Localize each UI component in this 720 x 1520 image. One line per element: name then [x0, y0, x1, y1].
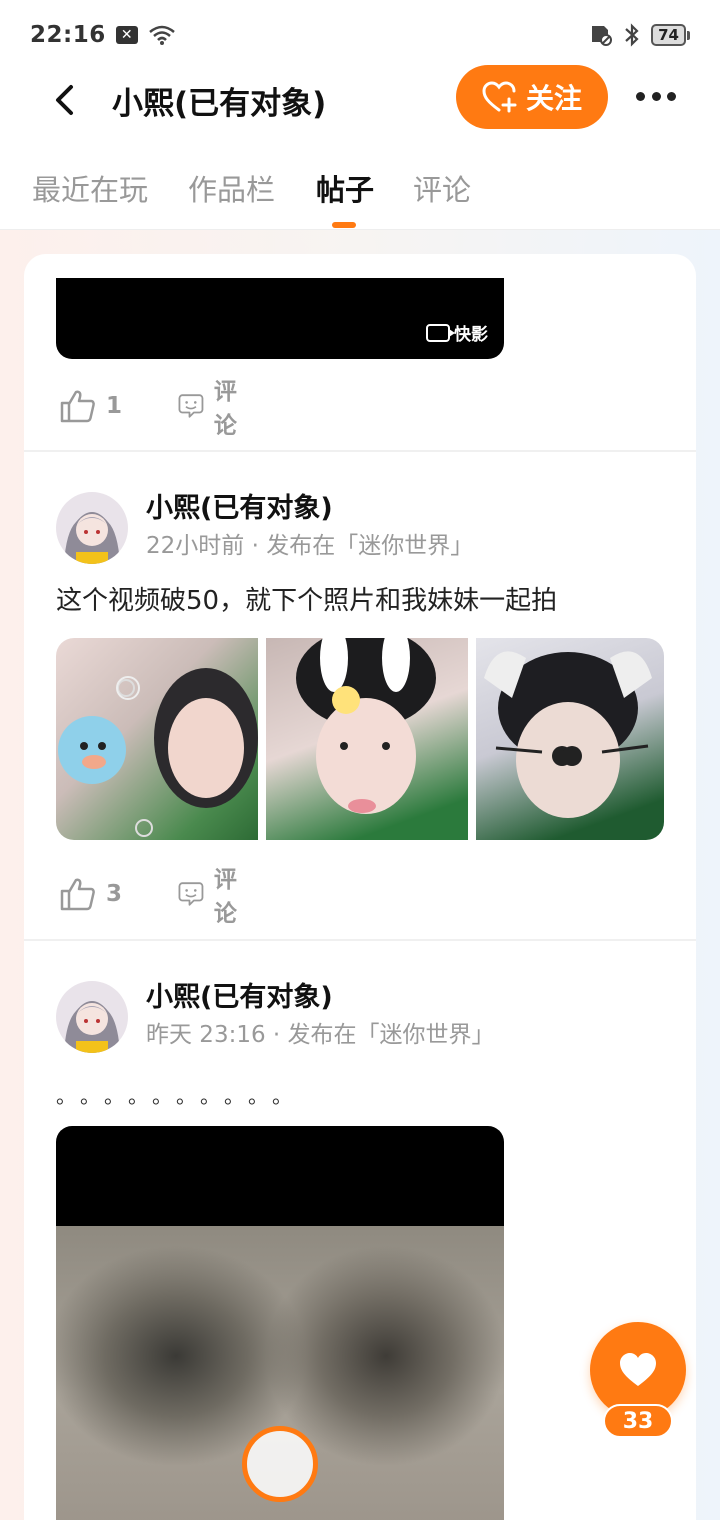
post-meta: 昨天 23:16 · 发布在「迷你世界」	[146, 1022, 495, 1048]
avatar[interactable]	[56, 492, 128, 564]
post-image[interactable]	[56, 638, 258, 840]
avatar[interactable]	[56, 981, 128, 1053]
post-divider	[24, 450, 696, 452]
status-time: 22:16	[30, 22, 106, 48]
post-divider	[24, 939, 696, 941]
tab-bar: 最近在玩 作品栏 帖子 评论	[0, 140, 720, 230]
back-button[interactable]	[48, 80, 80, 120]
post-video[interactable]	[56, 1126, 504, 1520]
post-text: 这个视频破50，就下个照片和我妹妹一起拍	[56, 586, 558, 616]
post-text: 。。。。。。。。。。	[56, 1084, 306, 1108]
bluetooth-icon	[625, 23, 639, 47]
notification-x-icon: ✕	[115, 26, 138, 44]
post-actions: 1 评论	[60, 379, 237, 439]
posts-card: 快影 1 评论 小熙(已有对象) 22小时前 · 发布在「迷你世界」 这个视频破…	[24, 254, 696, 1520]
post-actions: 3 评论	[60, 867, 237, 927]
page-title: 小熙(已有对象)	[112, 86, 327, 122]
chevron-left-icon	[56, 85, 73, 115]
watermark-text: 快影	[454, 325, 488, 345]
wifi-icon	[148, 25, 175, 45]
favorite-count: 33	[603, 1404, 673, 1438]
follow-button[interactable]: 关注	[456, 65, 608, 129]
tab-recently-played[interactable]: 最近在玩	[32, 167, 148, 209]
author-name[interactable]: 小熙(已有对象)	[146, 975, 333, 1014]
more-dot	[651, 91, 661, 101]
tab-works[interactable]: 作品栏	[188, 167, 275, 209]
comment-smile-icon	[178, 394, 204, 418]
thumbs-up-icon	[60, 390, 95, 423]
post-image[interactable]	[266, 638, 468, 840]
heart-plus-icon	[482, 81, 517, 113]
post-image-grid	[56, 638, 664, 840]
more-options-button[interactable]	[636, 84, 676, 108]
comment-label: 评论	[213, 379, 237, 439]
thumbs-up-icon	[60, 878, 95, 911]
post-header: 小熙(已有对象) 昨天 23:16 · 发布在「迷你世界」	[56, 975, 676, 1055]
profile-header: 小熙(已有对象) 关注	[0, 60, 720, 140]
comment-button[interactable]: 评论	[178, 379, 247, 439]
tab-posts[interactable]: 帖子	[316, 167, 374, 209]
like-button[interactable]: 1	[60, 389, 122, 423]
like-count: 3	[106, 881, 123, 907]
play-pause-button[interactable]	[242, 1426, 318, 1502]
comment-button[interactable]: 评论	[178, 867, 247, 927]
comment-label: 评论	[213, 867, 237, 927]
battery-level: 74	[651, 24, 686, 46]
post-meta: 22小时前 · 发布在「迷你世界」	[146, 533, 474, 559]
post-header: 小熙(已有对象) 22小时前 · 发布在「迷你世界」	[56, 486, 676, 566]
video-camera-icon	[426, 323, 455, 342]
post-image[interactable]	[476, 638, 664, 840]
like-count: 1	[106, 393, 123, 419]
battery-icon: 74	[651, 24, 690, 46]
follow-label: 关注	[525, 82, 582, 115]
heart-icon	[620, 1353, 656, 1386]
tab-comments[interactable]: 评论	[413, 167, 471, 209]
author-name[interactable]: 小熙(已有对象)	[146, 486, 333, 525]
sim-off-icon	[592, 26, 613, 46]
comment-smile-icon	[178, 882, 204, 906]
active-tab-indicator	[332, 222, 356, 228]
video-watermark: 快影	[426, 320, 488, 345]
more-dot	[636, 91, 645, 101]
post-video-thumbnail[interactable]: 快影	[56, 278, 504, 359]
like-button[interactable]: 3	[60, 877, 122, 911]
more-dot	[667, 91, 676, 101]
